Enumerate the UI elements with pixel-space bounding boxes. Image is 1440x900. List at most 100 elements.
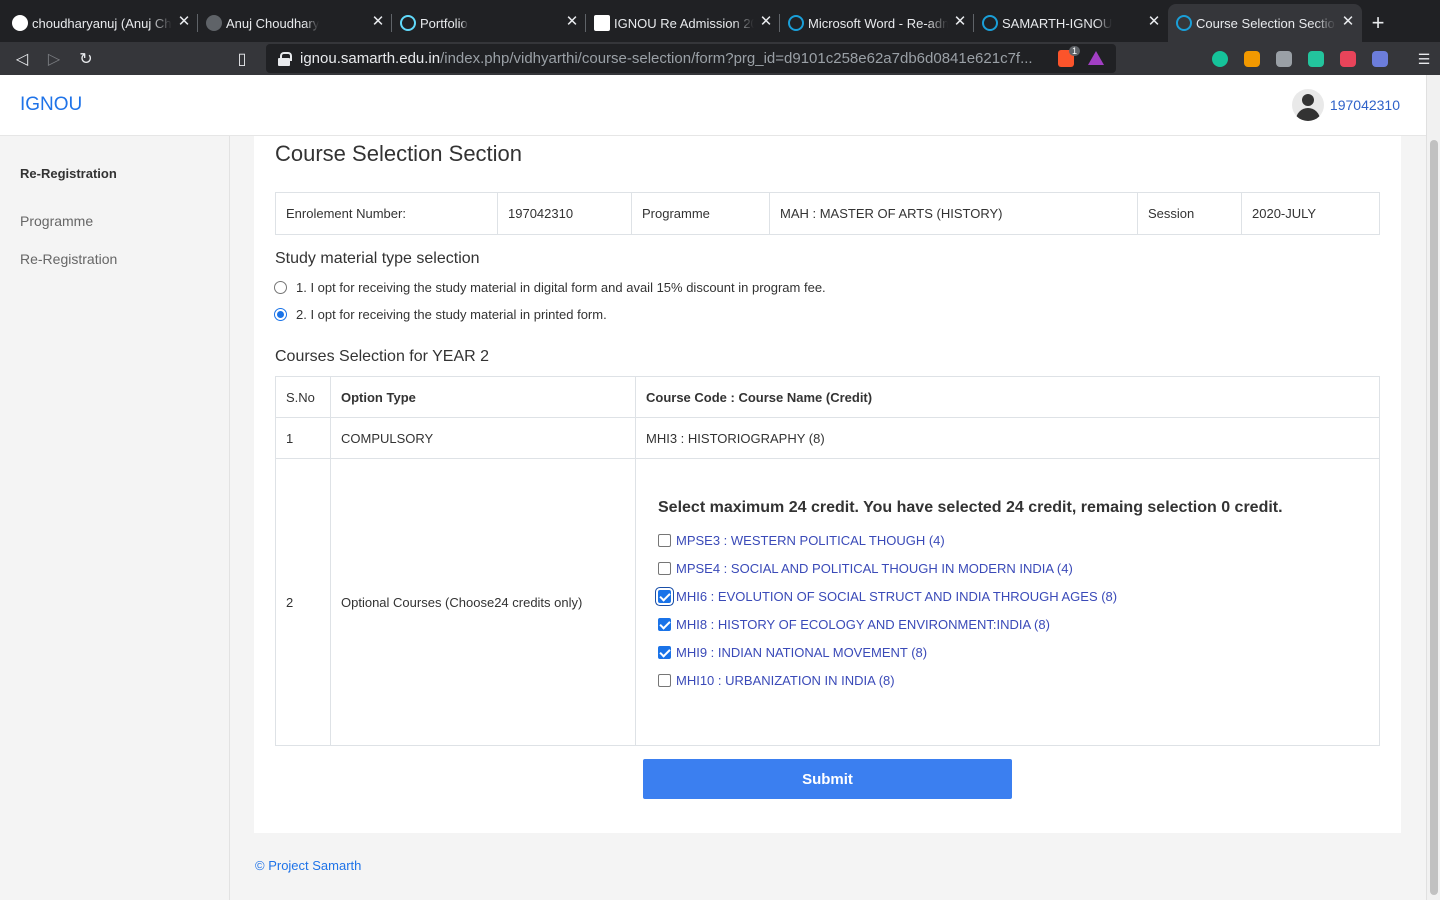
browser-tab[interactable]: Portfolio ✕ bbox=[392, 4, 586, 42]
course-option-label[interactable]: MHI9 : INDIAN NATIONAL MOVEMENT (8) bbox=[676, 645, 927, 660]
sidebar-item-re-registration[interactable]: Re-Registration bbox=[20, 251, 117, 267]
github-icon bbox=[12, 15, 28, 31]
browser-tab-bar: choudharyanuj (Anuj Choudhary) ✕ Anuj Ch… bbox=[0, 0, 1440, 42]
row-course: MHI3 : HISTORIOGRAPHY (8) bbox=[635, 417, 1380, 459]
close-icon[interactable]: ✕ bbox=[176, 14, 192, 30]
browser-toolbar: ◁ ▷ ↻ ▯ ignou.samarth.edu.in /index.php/… bbox=[0, 42, 1440, 75]
browser-tab[interactable]: Anuj Choudhary ✕ bbox=[198, 4, 392, 42]
course-option[interactable]: MHI9 : INDIAN NATIONAL MOVEMENT (8) bbox=[658, 645, 927, 660]
user-id: 197042310 bbox=[1329, 97, 1400, 113]
brand-logo[interactable]: IGNOU bbox=[20, 94, 82, 116]
close-icon[interactable]: ✕ bbox=[370, 14, 386, 30]
shield-extension-icon[interactable] bbox=[1340, 50, 1356, 67]
avatar bbox=[1291, 89, 1324, 121]
react-icon bbox=[400, 15, 416, 31]
reload-icon[interactable]: ↻ bbox=[70, 45, 102, 73]
browser-tab[interactable]: SAMARTH-IGNOU ✕ bbox=[974, 4, 1168, 42]
tab-title: Microsoft Word - Re-admission bbox=[808, 15, 948, 31]
submit-button[interactable]: Submit bbox=[643, 759, 1012, 799]
close-icon[interactable]: ✕ bbox=[952, 14, 968, 30]
address-bar[interactable]: ignou.samarth.edu.in /index.php/vidhyart… bbox=[266, 44, 1116, 73]
header-course: Course Code : Course Name (Credit) bbox=[635, 376, 1380, 418]
study-material-option-digital[interactable]: 1. I opt for receiving the study materia… bbox=[274, 280, 826, 295]
samarth-icon bbox=[982, 15, 998, 31]
table-header-row: S.No Option Type Course Code : Course Na… bbox=[275, 376, 1380, 418]
close-icon[interactable]: ✕ bbox=[758, 14, 774, 30]
bookmark-icon[interactable]: ▯ bbox=[226, 45, 258, 73]
grammarly-icon[interactable] bbox=[1212, 50, 1228, 67]
globe-icon bbox=[206, 15, 222, 31]
page-scrollbar[interactable] bbox=[1426, 75, 1440, 900]
row-option-type: Optional Courses (Choose24 credits only) bbox=[330, 458, 636, 746]
new-tab-button[interactable]: + bbox=[1362, 4, 1394, 42]
session-value: 2020-JULY bbox=[1241, 192, 1380, 235]
samarth-icon bbox=[1176, 15, 1192, 31]
course-option-label[interactable]: MPSE4 : SOCIAL AND POLITICAL THOUGH IN M… bbox=[676, 561, 1073, 576]
course-option[interactable]: MPSE4 : SOCIAL AND POLITICAL THOUGH IN M… bbox=[658, 561, 1073, 576]
browser-tab[interactable]: choudharyanuj (Anuj Choudhary) ✕ bbox=[4, 4, 198, 42]
course-option-label[interactable]: MHI6 : EVOLUTION OF SOCIAL STRUCT AND IN… bbox=[676, 589, 1117, 604]
rewards-icon[interactable] bbox=[1088, 51, 1104, 65]
radio-printed[interactable] bbox=[274, 308, 287, 321]
course-option[interactable]: MPSE3 : WESTERN POLITICAL THOUGH (4) bbox=[658, 533, 945, 548]
main-content: Course Selection Section Enrolement Numb… bbox=[254, 136, 1401, 833]
session-label: Session bbox=[1137, 192, 1242, 235]
course-option-label[interactable]: MHI8 : HISTORY OF ECOLOGY AND ENVIRONMEN… bbox=[676, 617, 1050, 632]
notion-icon[interactable] bbox=[1308, 50, 1324, 67]
header-option-type: Option Type bbox=[330, 376, 636, 418]
sidebar-item-programme[interactable]: Programme bbox=[20, 213, 93, 229]
course-option[interactable]: MHI8 : HISTORY OF ECOLOGY AND ENVIRONMEN… bbox=[658, 617, 1050, 632]
enrolment-info-table: Enrolement Number: 197042310 Programme M… bbox=[275, 192, 1380, 235]
row-sno: 2 bbox=[275, 458, 331, 746]
courses-title: Courses Selection for YEAR 2 bbox=[275, 348, 490, 365]
course-option-label[interactable]: MHI10 : URBANIZATION IN INDIA (8) bbox=[676, 673, 895, 688]
back-icon[interactable]: ◁ bbox=[6, 45, 38, 73]
menu-icon[interactable]: ☰ bbox=[1416, 51, 1432, 67]
course-table: S.No Option Type Course Code : Course Na… bbox=[275, 376, 1380, 746]
browser-tab[interactable]: Microsoft Word - Re-admission ✕ bbox=[780, 4, 974, 42]
user-menu[interactable]: 197042310 bbox=[1291, 89, 1400, 121]
table-row: 1 COMPULSORY MHI3 : HISTORIOGRAPHY (8) bbox=[275, 417, 1380, 459]
course-checkbox[interactable] bbox=[658, 618, 671, 631]
radio-digital[interactable] bbox=[274, 281, 287, 294]
extension-icon[interactable] bbox=[1276, 50, 1292, 67]
programme-label: Programme bbox=[631, 192, 770, 235]
header-sno: S.No bbox=[275, 376, 331, 418]
sidebar-heading: Re-Registration bbox=[20, 166, 117, 181]
course-option-label[interactable]: MPSE3 : WESTERN POLITICAL THOUGH (4) bbox=[676, 533, 945, 548]
programme-value: MAH : MASTER OF ARTS (HISTORY) bbox=[769, 192, 1138, 235]
close-icon[interactable]: ✕ bbox=[1340, 14, 1356, 30]
browser-tab[interactable]: IGNOU Re Admission 2021 ✕ bbox=[586, 4, 780, 42]
site-navbar: IGNOU 197042310 bbox=[0, 75, 1426, 136]
url-host: ignou.samarth.edu.in bbox=[300, 50, 441, 67]
footer-link[interactable]: © Project Samarth bbox=[255, 858, 361, 873]
url-path: /index.php/vidhyarthi/course-selection/f… bbox=[440, 50, 1033, 67]
row-sno: 1 bbox=[275, 417, 331, 459]
close-icon[interactable]: ✕ bbox=[564, 14, 580, 30]
camera-icon[interactable] bbox=[1372, 50, 1388, 67]
close-icon[interactable]: ✕ bbox=[1146, 14, 1162, 30]
forward-icon[interactable]: ▷ bbox=[38, 45, 70, 73]
browser-tab-active[interactable]: Course Selection Section ✕ bbox=[1168, 4, 1362, 42]
course-checkbox[interactable] bbox=[658, 590, 671, 603]
course-option[interactable]: MHI10 : URBANIZATION IN INDIA (8) bbox=[658, 673, 895, 688]
sidebar: Re-Registration Programme Re-Registratio… bbox=[0, 136, 230, 900]
course-checkbox[interactable] bbox=[658, 534, 671, 547]
tab-title: SAMARTH-IGNOU bbox=[1002, 15, 1113, 31]
radio-label: 2. I opt for receiving the study materia… bbox=[296, 307, 607, 322]
enrolment-label: Enrolement Number: bbox=[275, 192, 498, 235]
row-option-type: COMPULSORY bbox=[330, 417, 636, 459]
optional-courses-cell: Select maximum 24 credit. You have selec… bbox=[635, 458, 1380, 746]
course-checkbox[interactable] bbox=[658, 562, 671, 575]
tab-title: IGNOU Re Admission 2021 bbox=[614, 15, 754, 31]
course-option[interactable]: MHI6 : EVOLUTION OF SOCIAL STRUCT AND IN… bbox=[658, 589, 1117, 604]
radio-label: 1. I opt for receiving the study materia… bbox=[296, 280, 826, 295]
course-checkbox[interactable] bbox=[658, 674, 671, 687]
extension-icon[interactable] bbox=[1244, 50, 1260, 67]
tab-title: Portfolio bbox=[420, 15, 468, 31]
scrollbar-thumb[interactable] bbox=[1430, 140, 1438, 895]
table-row: 2 Optional Courses (Choose24 credits onl… bbox=[275, 458, 1380, 746]
course-checkbox[interactable] bbox=[658, 646, 671, 659]
shield-badge: 1 bbox=[1068, 46, 1080, 56]
study-material-option-printed[interactable]: 2. I opt for receiving the study materia… bbox=[274, 307, 607, 322]
